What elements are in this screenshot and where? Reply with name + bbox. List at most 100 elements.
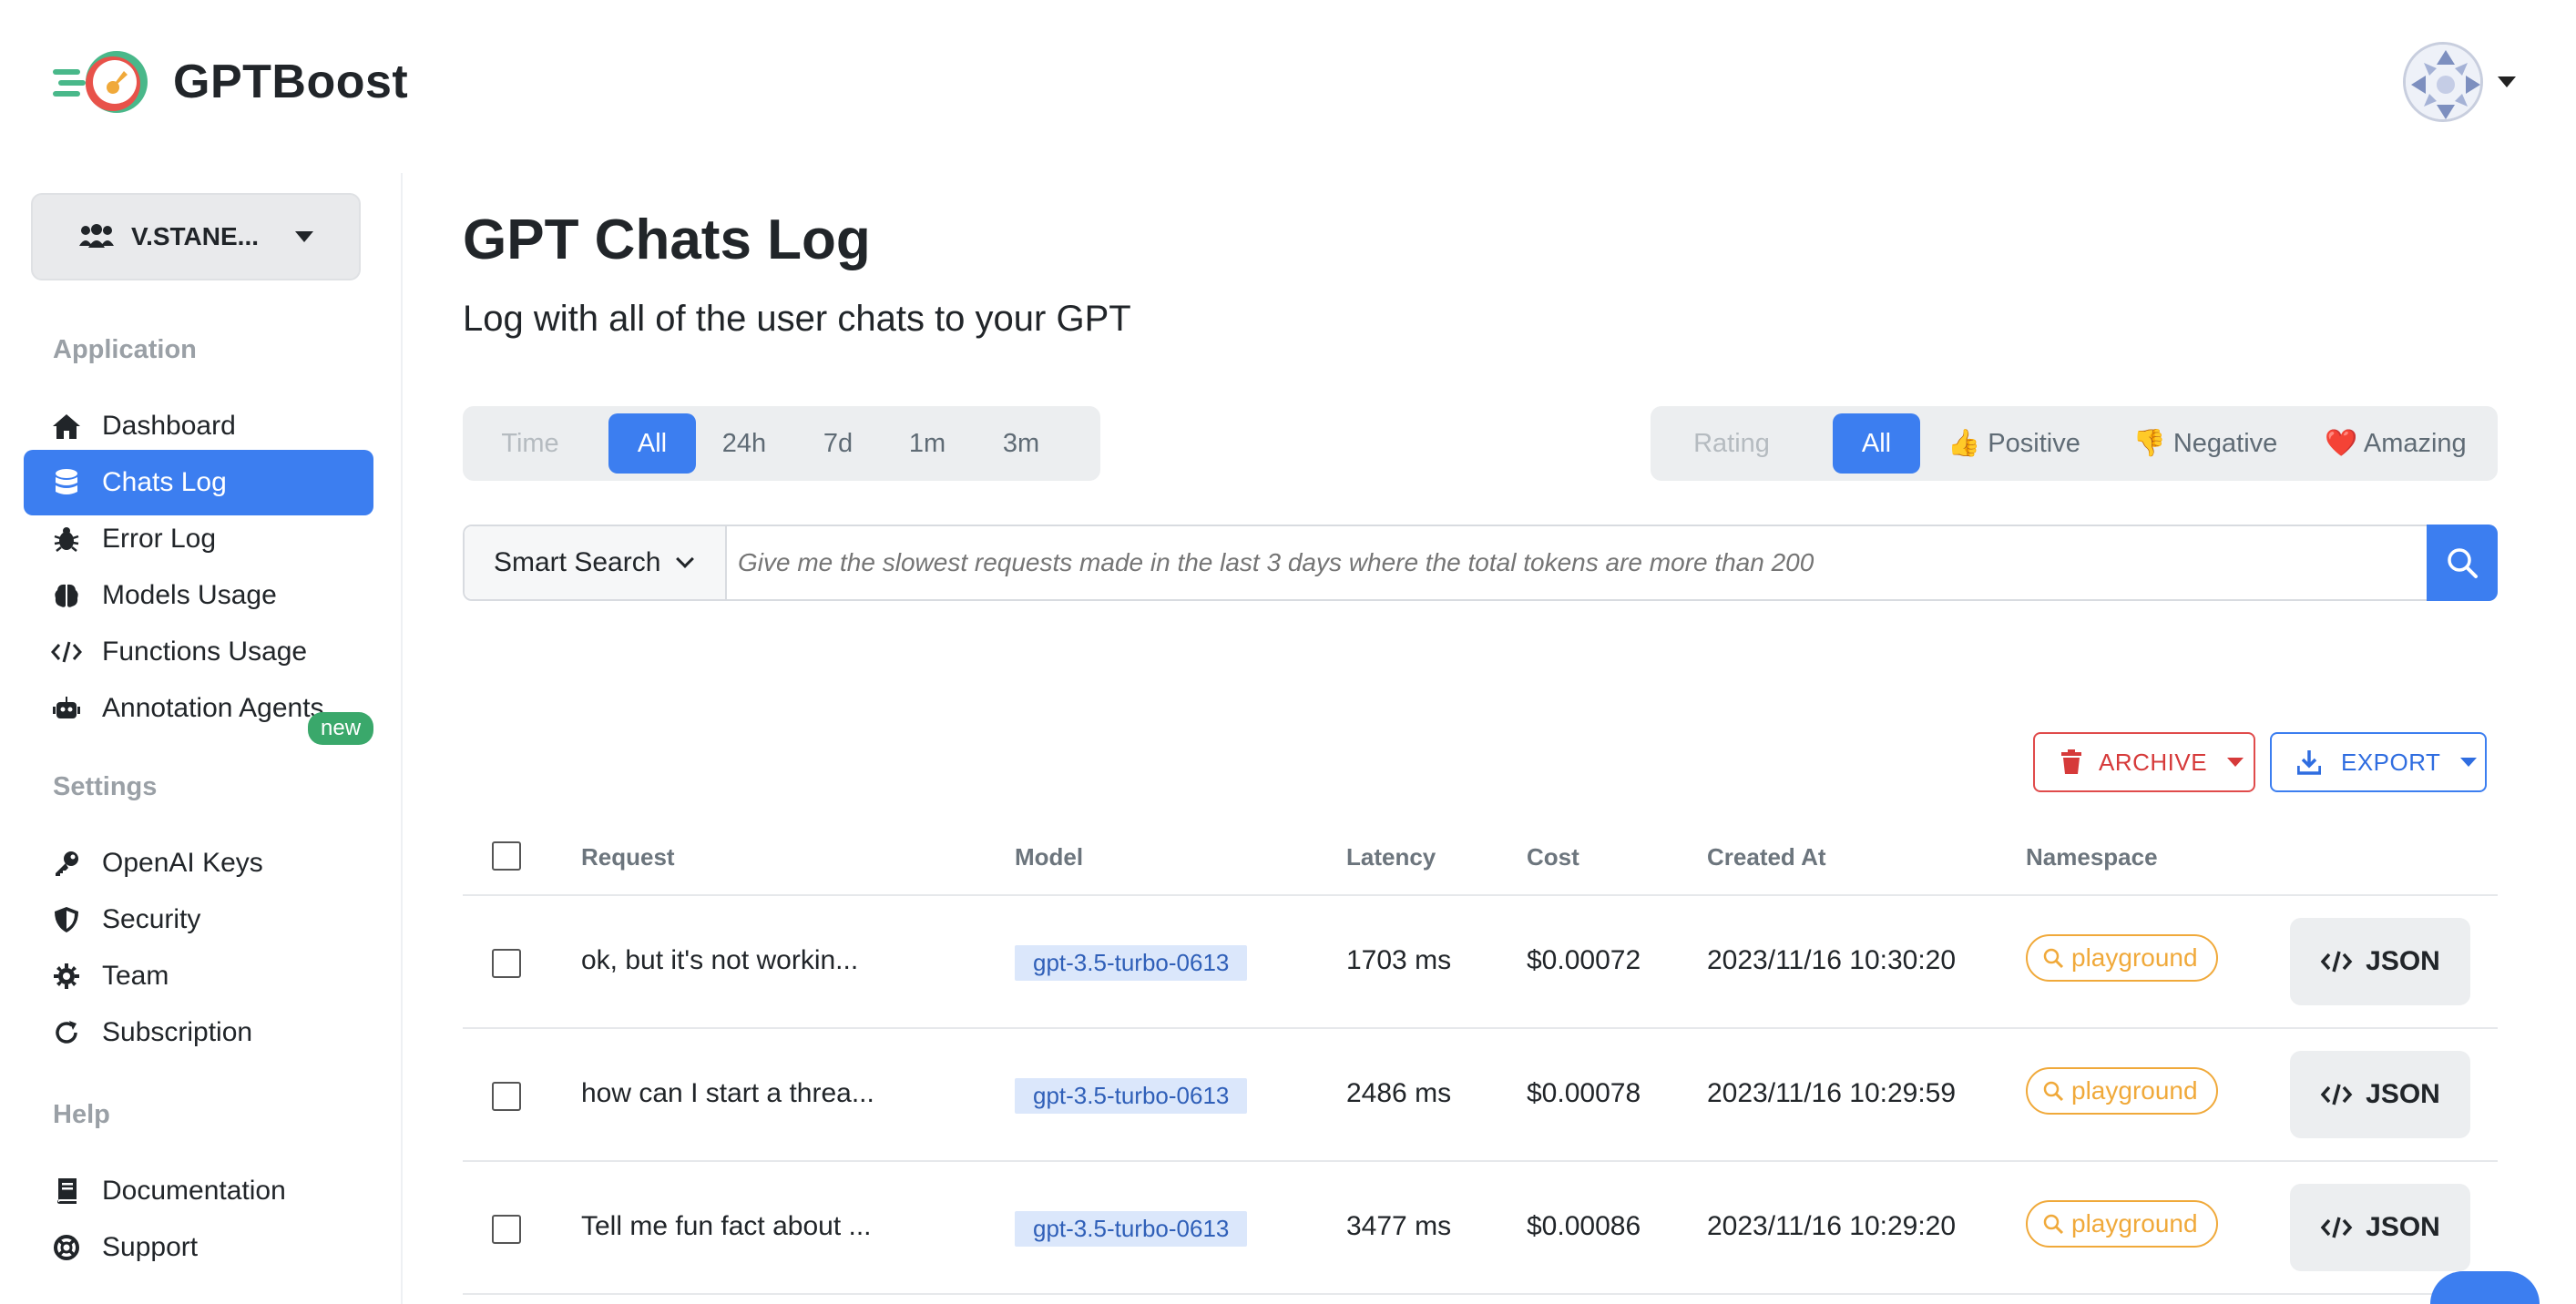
row-checkbox[interactable] bbox=[492, 1082, 521, 1111]
sidebar-item-label: Subscription bbox=[102, 1017, 253, 1047]
code-icon bbox=[2320, 1084, 2353, 1105]
search-mode-label: Smart Search bbox=[494, 547, 661, 577]
gear-icon bbox=[51, 961, 82, 992]
section-help: Help bbox=[53, 1100, 110, 1129]
home-icon bbox=[51, 411, 82, 442]
trash-icon bbox=[2061, 749, 2081, 774]
users-icon bbox=[78, 224, 114, 248]
search-input[interactable] bbox=[738, 526, 2414, 599]
json-button[interactable]: JSON bbox=[2290, 918, 2470, 1005]
sidebar-item-label: Documentation bbox=[102, 1176, 286, 1206]
model-badge: gpt-3.5-turbo-0613 bbox=[1015, 1211, 1248, 1247]
row-checkbox[interactable] bbox=[492, 949, 521, 978]
book-icon bbox=[51, 1176, 82, 1207]
key-icon bbox=[51, 848, 82, 879]
new-badge: new bbox=[308, 712, 374, 745]
time-option-1m[interactable]: 1m bbox=[884, 413, 971, 474]
user-menu-caret-icon[interactable] bbox=[2498, 76, 2516, 87]
main-content: GPT Chats Log Log with all of the user c… bbox=[404, 173, 2576, 1304]
export-label: EXPORT bbox=[2341, 748, 2441, 776]
shield-icon bbox=[51, 904, 82, 935]
request-text[interactable]: ok, but it's not workin... bbox=[581, 945, 858, 976]
column-request[interactable]: Request bbox=[581, 843, 675, 871]
namespace-badge[interactable]: playground bbox=[2026, 934, 2218, 982]
sidebar-item-label: Support bbox=[102, 1232, 199, 1262]
page-subtitle: Log with all of the user chats to your G… bbox=[463, 299, 1131, 339]
select-all-checkbox[interactable] bbox=[492, 841, 521, 871]
caret-down-icon bbox=[295, 231, 314, 242]
archive-label: ARCHIVE bbox=[2099, 748, 2208, 776]
time-filter: Time All 24h 7d 1m 3m bbox=[463, 406, 1100, 481]
bug-icon bbox=[51, 524, 82, 555]
sidebar-item-label: OpenAI Keys bbox=[102, 848, 263, 878]
section-settings: Settings bbox=[53, 772, 158, 801]
floating-chat-button[interactable] bbox=[2430, 1271, 2540, 1304]
time-option-24h[interactable]: 24h bbox=[696, 413, 792, 474]
json-label: JSON bbox=[2366, 1079, 2440, 1109]
sidebar-item-label: Dashboard bbox=[102, 411, 236, 441]
latency-value: 1703 ms bbox=[1346, 945, 1452, 975]
json-label: JSON bbox=[2366, 946, 2440, 976]
rating-filter: Rating All 👍 Positive 👎 Negative ❤️ Amaz… bbox=[1651, 406, 2498, 481]
chevron-down-icon bbox=[676, 550, 695, 568]
rating-option-all[interactable]: All bbox=[1833, 413, 1920, 474]
namespace-badge[interactable]: playground bbox=[2026, 1200, 2218, 1248]
created-at-value: 2023/11/16 10:29:59 bbox=[1707, 1078, 1957, 1108]
refresh-icon bbox=[51, 1017, 82, 1048]
code-icon bbox=[51, 637, 82, 667]
brand-name[interactable]: GPTBoost bbox=[173, 55, 408, 109]
time-option-all[interactable]: All bbox=[608, 413, 696, 474]
search-button[interactable] bbox=[2427, 525, 2498, 601]
time-option-3m[interactable]: 3m bbox=[971, 413, 1071, 474]
column-latency[interactable]: Latency bbox=[1346, 843, 1436, 871]
organization-selector[interactable]: V.STANE... bbox=[31, 193, 361, 280]
table-row[interactable]: how can I start a threa... gpt-3.5-turbo… bbox=[463, 1029, 2498, 1162]
request-text[interactable]: Tell me fun fact about ... bbox=[581, 1211, 872, 1242]
table-row[interactable]: ok, but it's not workin... gpt-3.5-turbo… bbox=[463, 896, 2498, 1029]
sidebar-item-label: Error Log bbox=[102, 524, 217, 554]
column-created-at[interactable]: Created At bbox=[1707, 843, 1826, 871]
cost-value: $0.00078 bbox=[1527, 1078, 1641, 1108]
search-mode-dropdown[interactable]: Smart Search bbox=[465, 526, 727, 599]
column-model[interactable]: Model bbox=[1015, 843, 1083, 871]
chats-table: Request Model Latency Cost Created At Na… bbox=[463, 820, 2498, 1295]
caret-down-icon bbox=[2460, 758, 2478, 767]
column-cost[interactable]: Cost bbox=[1527, 843, 1579, 871]
sidebar-item-label: Team bbox=[102, 961, 169, 991]
rating-option-amazing[interactable]: ❤️ Amazing bbox=[2303, 413, 2489, 474]
row-checkbox[interactable] bbox=[492, 1215, 521, 1244]
sidebar-item-support[interactable]: Support bbox=[24, 1215, 373, 1280]
created-at-value: 2023/11/16 10:29:20 bbox=[1707, 1211, 1957, 1241]
namespace-badge[interactable]: playground bbox=[2026, 1067, 2218, 1115]
section-application: Application bbox=[53, 335, 197, 364]
request-text[interactable]: how can I start a threa... bbox=[581, 1078, 874, 1109]
gptboost-logo-icon[interactable] bbox=[53, 47, 153, 117]
latency-value: 3477 ms bbox=[1346, 1211, 1452, 1241]
json-button[interactable]: JSON bbox=[2290, 1184, 2470, 1271]
search-icon bbox=[2043, 948, 2064, 969]
json-button[interactable]: JSON bbox=[2290, 1051, 2470, 1138]
table-row[interactable]: Tell me fun fact about ... gpt-3.5-turbo… bbox=[463, 1162, 2498, 1295]
rating-option-positive[interactable]: 👍 Positive bbox=[1920, 413, 2108, 474]
namespace-label: playground bbox=[2071, 1209, 2198, 1238]
sidebar-item-subscription[interactable]: Subscription bbox=[24, 1000, 373, 1065]
model-badge: gpt-3.5-turbo-0613 bbox=[1015, 945, 1248, 981]
search-icon bbox=[2448, 548, 2478, 578]
rating-option-negative[interactable]: 👎 Negative bbox=[2108, 413, 2303, 474]
caret-down-icon bbox=[2227, 758, 2244, 767]
latency-value: 2486 ms bbox=[1346, 1078, 1452, 1108]
namespace-label: playground bbox=[2071, 1076, 2198, 1105]
search-icon bbox=[2043, 1214, 2064, 1235]
table-header: Request Model Latency Cost Created At Na… bbox=[463, 820, 2498, 896]
export-button[interactable]: EXPORT bbox=[2270, 732, 2487, 792]
column-namespace[interactable]: Namespace bbox=[2026, 843, 2158, 871]
code-icon bbox=[2320, 1217, 2353, 1238]
time-option-7d[interactable]: 7d bbox=[792, 413, 884, 474]
user-avatar[interactable] bbox=[2403, 42, 2483, 122]
cost-value: $0.00086 bbox=[1527, 1211, 1641, 1241]
database-icon bbox=[51, 467, 82, 498]
code-icon bbox=[2320, 951, 2353, 973]
sidebar-item-label: Functions Usage bbox=[102, 637, 308, 667]
archive-button[interactable]: ARCHIVE bbox=[2033, 732, 2255, 792]
model-badge: gpt-3.5-turbo-0613 bbox=[1015, 1078, 1248, 1114]
